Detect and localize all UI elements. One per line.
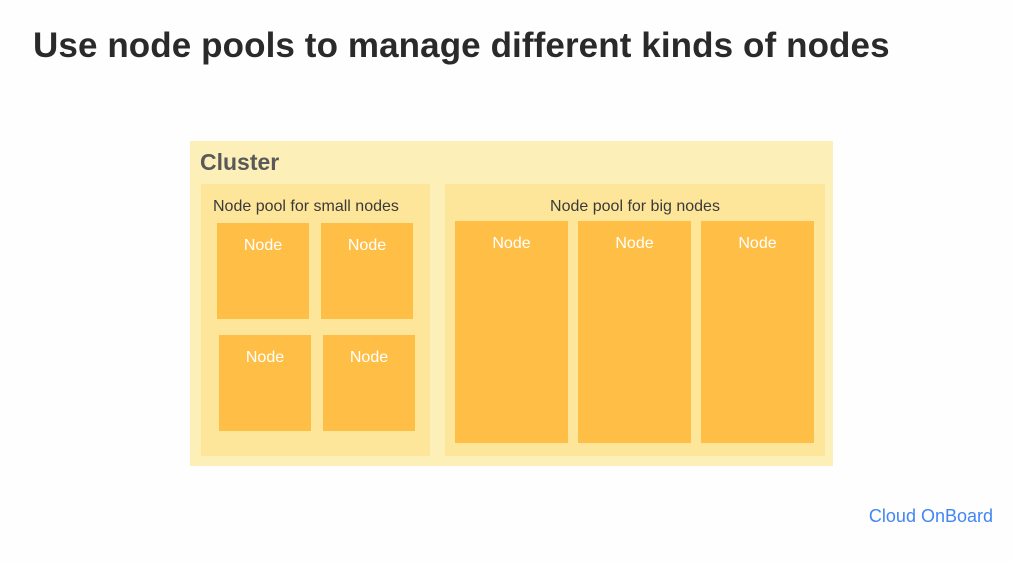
- small-node: Node: [217, 223, 309, 319]
- small-node: Node: [321, 223, 413, 319]
- cluster-box: Cluster Node pool for small nodes Node N…: [190, 141, 833, 466]
- node-label: Node: [245, 349, 285, 366]
- node-label: Node: [615, 235, 654, 252]
- node-label: Node: [492, 235, 531, 252]
- node-pool-big-label: Node pool for big nodes: [550, 198, 720, 215]
- node-label: Node: [347, 237, 387, 254]
- big-node: Node: [578, 221, 691, 443]
- node-pool-small-label: Node pool for small nodes: [213, 198, 399, 215]
- node-label: Node: [349, 349, 389, 366]
- big-node: Node: [701, 221, 814, 443]
- node-pool-big: Node pool for big nodes Node Node Node: [445, 184, 825, 456]
- small-node: Node: [219, 335, 311, 431]
- node-pool-small: Node pool for small nodes Node Node Node…: [201, 184, 430, 456]
- slide-title: Use node pools to manage different kinds…: [33, 26, 890, 65]
- node-label: Node: [243, 237, 283, 254]
- big-node: Node: [455, 221, 568, 443]
- node-label: Node: [738, 235, 777, 252]
- small-node: Node: [323, 335, 415, 431]
- cluster-label: Cluster: [200, 149, 280, 175]
- cloud-onboard-logo: Cloud OnBoard: [868, 506, 993, 526]
